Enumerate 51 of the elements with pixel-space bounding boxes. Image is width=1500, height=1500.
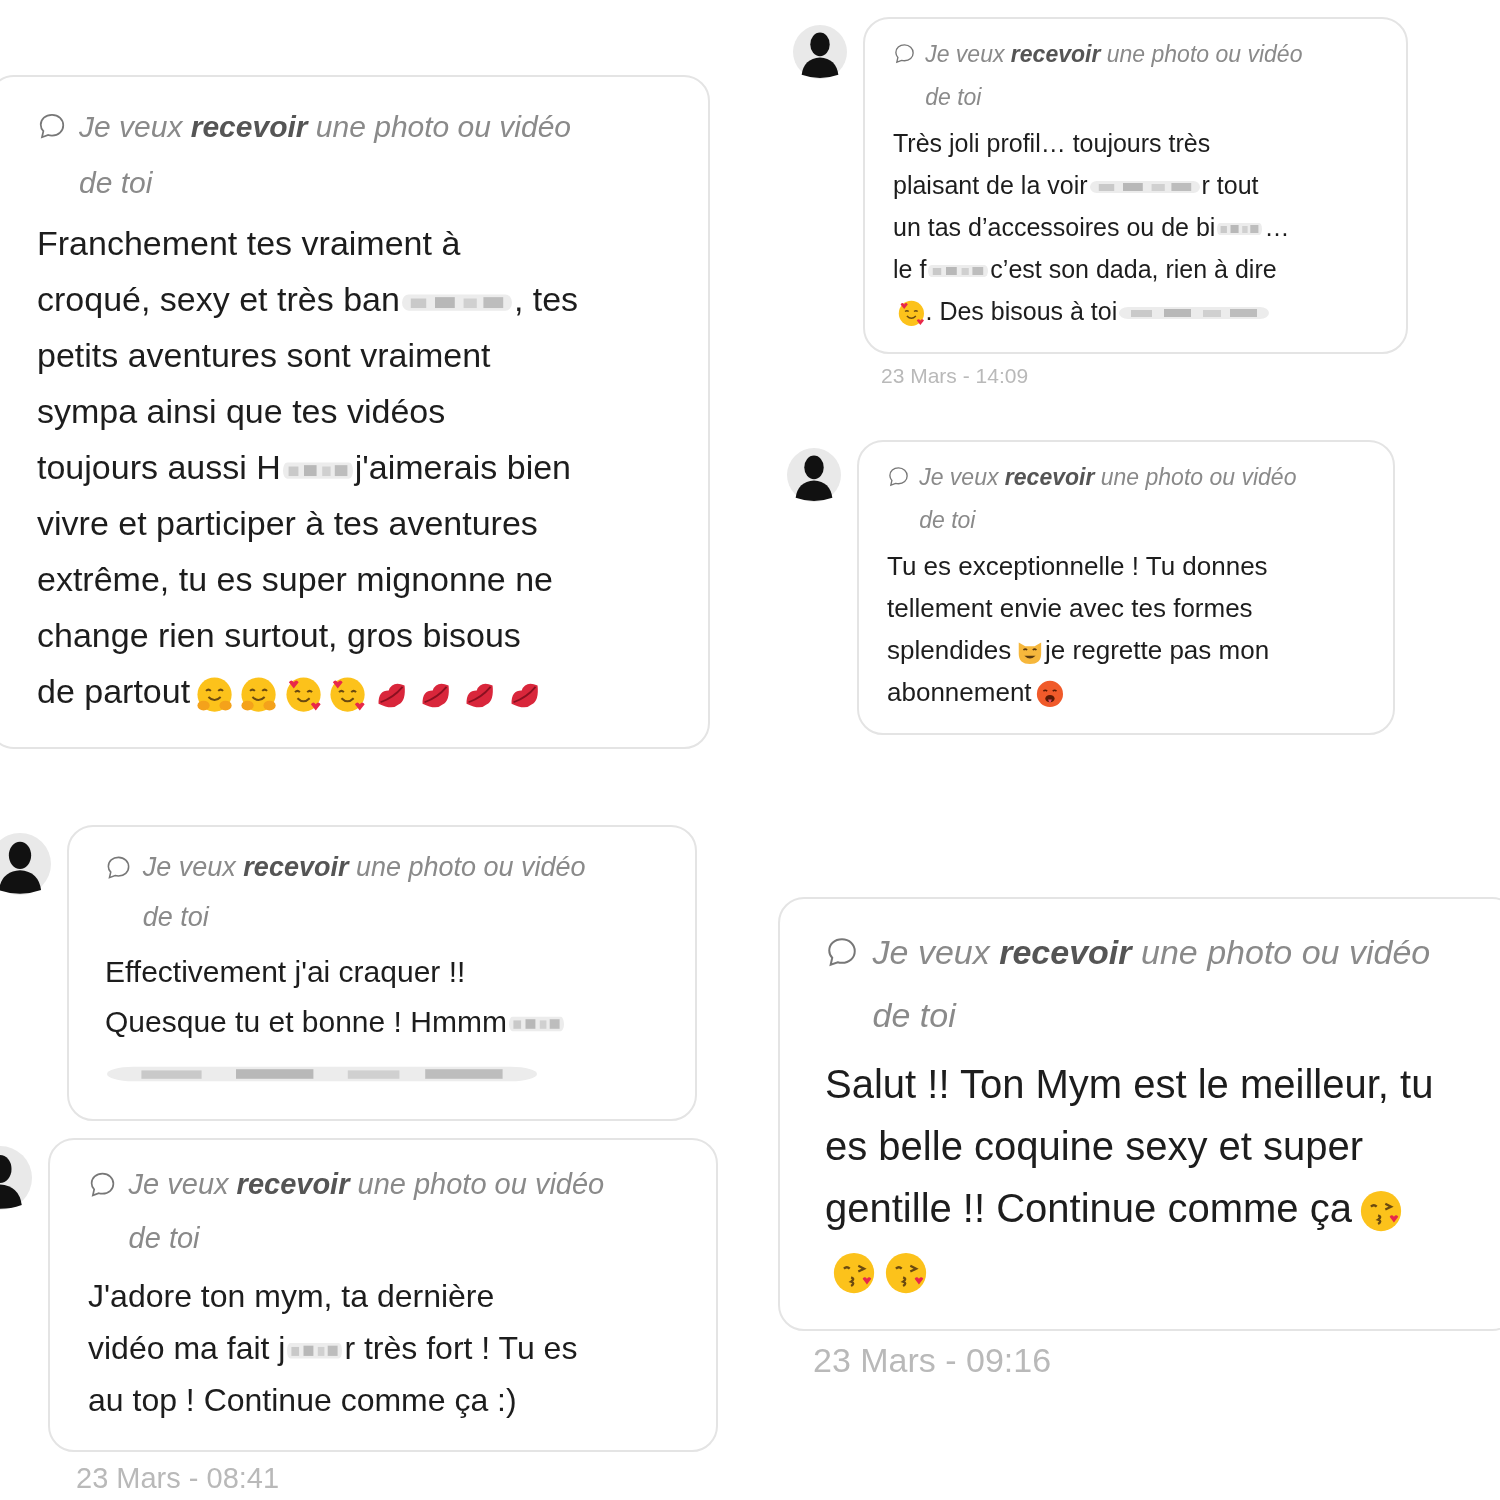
smiling-face-hearts-icon bbox=[283, 674, 323, 714]
message-text: r très fort ! Tu es bbox=[344, 1330, 578, 1367]
message-text: Franchement tes vraiment à bbox=[37, 224, 461, 263]
message-text: change rien surtout, gros bisous bbox=[37, 616, 521, 655]
chat-bubble-icon bbox=[893, 42, 916, 66]
message-text: gentille !! Continue comme ça bbox=[825, 1185, 1352, 1230]
prompt-text: Je veux recevoir une photo ou vidéo de toi bbox=[925, 40, 1304, 112]
message-text: je regrette pas mon bbox=[1045, 635, 1270, 665]
smiling-face-hearts-icon bbox=[327, 674, 367, 714]
message-text: J'adore ton mym, ta dernière bbox=[88, 1278, 495, 1315]
message-text: abonnement bbox=[887, 677, 1032, 707]
message-text: sympa ainsi que tes vidéos bbox=[37, 392, 446, 431]
timestamp: 23 Mars - 09:16 bbox=[812, 1340, 1053, 1380]
message-text: un tas d’accessoires ou de bi bbox=[893, 212, 1216, 241]
message-text: de partout bbox=[37, 672, 191, 711]
timestamp: 23 Mars - 08:41 bbox=[75, 1462, 281, 1496]
message-text: au top ! Continue comme ça :) bbox=[88, 1382, 517, 1419]
message-text: plaisant de la voir bbox=[893, 170, 1088, 199]
message-text: Tu es exceptionnelle ! Tu donnes bbox=[887, 551, 1268, 581]
message-text: Salut !! Ton Mym est le meilleur, tu bbox=[825, 1061, 1434, 1106]
message-text: vidéo ma fait j bbox=[88, 1330, 286, 1367]
message-text: Effectivement j'ai craquer !! bbox=[105, 955, 466, 989]
prompt-text: Je veux recevoir une photo ou vidéo de toi bbox=[919, 463, 1298, 535]
message-text: vivre et participer à tes aventures bbox=[37, 504, 538, 543]
hot-face-icon bbox=[1035, 679, 1066, 710]
message-text: tellement envie avec tes formes bbox=[887, 593, 1253, 623]
message-text: . Des bisous à toi bbox=[925, 296, 1118, 325]
message-text: le f bbox=[893, 254, 927, 283]
chat-bubble-icon bbox=[37, 111, 67, 141]
message-text: es belle coquine sexy et super bbox=[825, 1123, 1364, 1168]
timestamp: 23 Mars - 14:09 bbox=[880, 363, 1030, 388]
prompt-text: Je veux recevoir une photo ou vidéo de toi bbox=[872, 932, 1432, 1036]
message-text: Quesque tu et bonne ! Hmmm bbox=[105, 1005, 507, 1039]
message-text: croqué, sexy et très ban bbox=[37, 280, 400, 319]
message-text: petits aventures sont vraiment bbox=[37, 336, 491, 375]
prompt-text: Je veux recevoir une photo ou vidéo de toi bbox=[128, 1167, 606, 1256]
prompt-text: Je veux recevoir une photo ou vidéo de toi bbox=[142, 851, 587, 934]
hugging-face-icon bbox=[195, 674, 235, 714]
message-text: , tes bbox=[513, 280, 579, 319]
smiling-face-hearts-icon bbox=[896, 298, 926, 328]
message-text: … bbox=[1264, 212, 1290, 241]
message-text: toujours aussi H bbox=[37, 448, 281, 487]
message-text: extrême, tu es super mignonne ne bbox=[37, 560, 553, 599]
prompt-text: Je veux recevoir une photo ou vidéo de toi bbox=[79, 109, 573, 201]
message-text: j'aimerais bien bbox=[354, 448, 572, 487]
hugging-face-icon bbox=[239, 674, 279, 714]
chat-bubble-icon bbox=[887, 465, 910, 489]
message-text: c’est son dada, rien à dire bbox=[990, 254, 1277, 283]
message-text: r tout bbox=[1201, 170, 1259, 199]
message-text: splendides bbox=[887, 635, 1012, 665]
message-text: Très joli profil… toujours très bbox=[893, 128, 1211, 157]
